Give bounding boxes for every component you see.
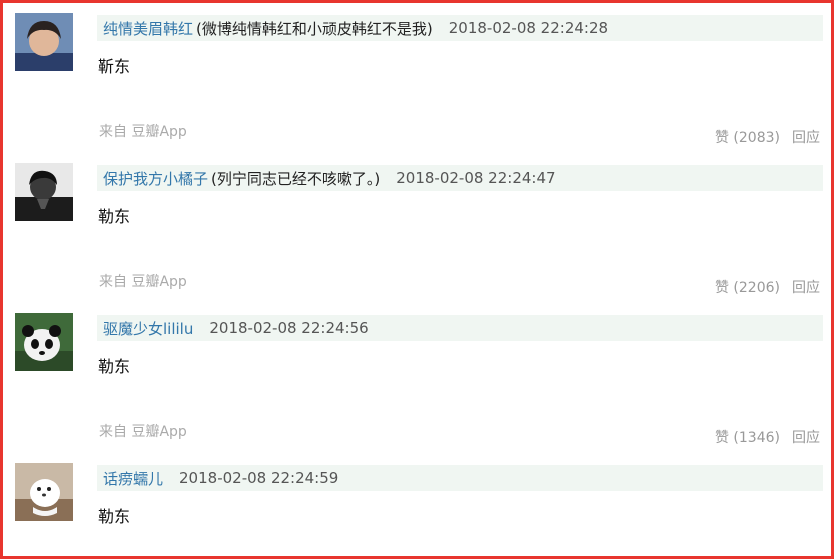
avatar-image [15, 163, 73, 221]
comment-actions: 赞 (2206) 回应 [715, 277, 820, 297]
avatar[interactable] [15, 313, 73, 371]
screenshot-frame: 纯情美眉韩红 (微博纯情韩红和小顽皮韩红不是我) 2018-02-08 22:2… [0, 0, 834, 559]
comment-item: 纯情美眉韩红 (微博纯情韩红和小顽皮韩红不是我) 2018-02-08 22:2… [3, 3, 834, 153]
comment-author-link[interactable]: 纯情美眉韩红 [97, 18, 193, 39]
reply-button[interactable]: 回应 [792, 130, 820, 146]
comment-author-link[interactable]: 保护我方小橘子 [97, 168, 208, 189]
avatar[interactable] [15, 13, 73, 71]
avatar[interactable] [15, 463, 73, 521]
comment-timestamp: 2018-02-08 22:24:59 [179, 469, 339, 487]
comment-text: 勒东 [98, 507, 131, 526]
reply-button[interactable]: 回应 [792, 280, 820, 296]
comment-header: 纯情美眉韩红 (微博纯情韩红和小顽皮韩红不是我) 2018-02-08 22:2… [97, 15, 823, 41]
comment-text: 勒东 [98, 207, 131, 226]
reply-button[interactable]: 回应 [792, 430, 820, 446]
avatar-image [15, 313, 73, 371]
avatar-image [15, 463, 73, 521]
comment-actions: 赞 (1346) 回应 [715, 427, 820, 447]
comment-timestamp: 2018-02-08 22:24:28 [448, 19, 609, 37]
avatar[interactable] [15, 163, 73, 221]
comment-item: 保护我方小橘子 (列宁同志已经不咳嗽了。) 2018-02-08 22:24:4… [3, 153, 834, 303]
avatar-image [15, 13, 73, 71]
comment-timestamp: 2018-02-08 22:24:56 [209, 319, 369, 337]
like-button[interactable]: 赞 (2206) [715, 280, 780, 296]
comment-source: 来自 豆瓣App [99, 274, 187, 290]
comment-author-signature: (列宁同志已经不咳嗽了。) [211, 169, 381, 188]
comment-header: 驱魔少女lililu 2018-02-08 22:24:56 [97, 315, 823, 341]
comment-item: 驱魔少女lililu 2018-02-08 22:24:56 勒东 来自 豆瓣A… [3, 303, 834, 453]
comment-timestamp: 2018-02-08 22:24:47 [396, 169, 556, 187]
comment-source: 来自 豆瓣App [99, 424, 187, 440]
comment-author-link[interactable]: 驱魔少女lililu [97, 318, 193, 339]
comment-text: 勒东 [98, 357, 131, 376]
comment-item: 话痨蠕儿 2018-02-08 22:24:59 勒东 [3, 453, 834, 559]
like-button[interactable]: 赞 (1346) [715, 430, 780, 446]
like-button[interactable]: 赞 (2083) [715, 130, 780, 146]
comment-source: 来自 豆瓣App [99, 124, 187, 140]
comment-text: 靳东 [98, 57, 131, 76]
comment-author-signature: (微博纯情韩红和小顽皮韩红不是我) [196, 19, 433, 38]
comment-header: 话痨蠕儿 2018-02-08 22:24:59 [97, 465, 823, 491]
comment-actions: 赞 (2083) 回应 [715, 127, 820, 147]
comment-author-link[interactable]: 话痨蠕儿 [97, 468, 163, 489]
comment-header: 保护我方小橘子 (列宁同志已经不咳嗽了。) 2018-02-08 22:24:4… [97, 165, 823, 191]
